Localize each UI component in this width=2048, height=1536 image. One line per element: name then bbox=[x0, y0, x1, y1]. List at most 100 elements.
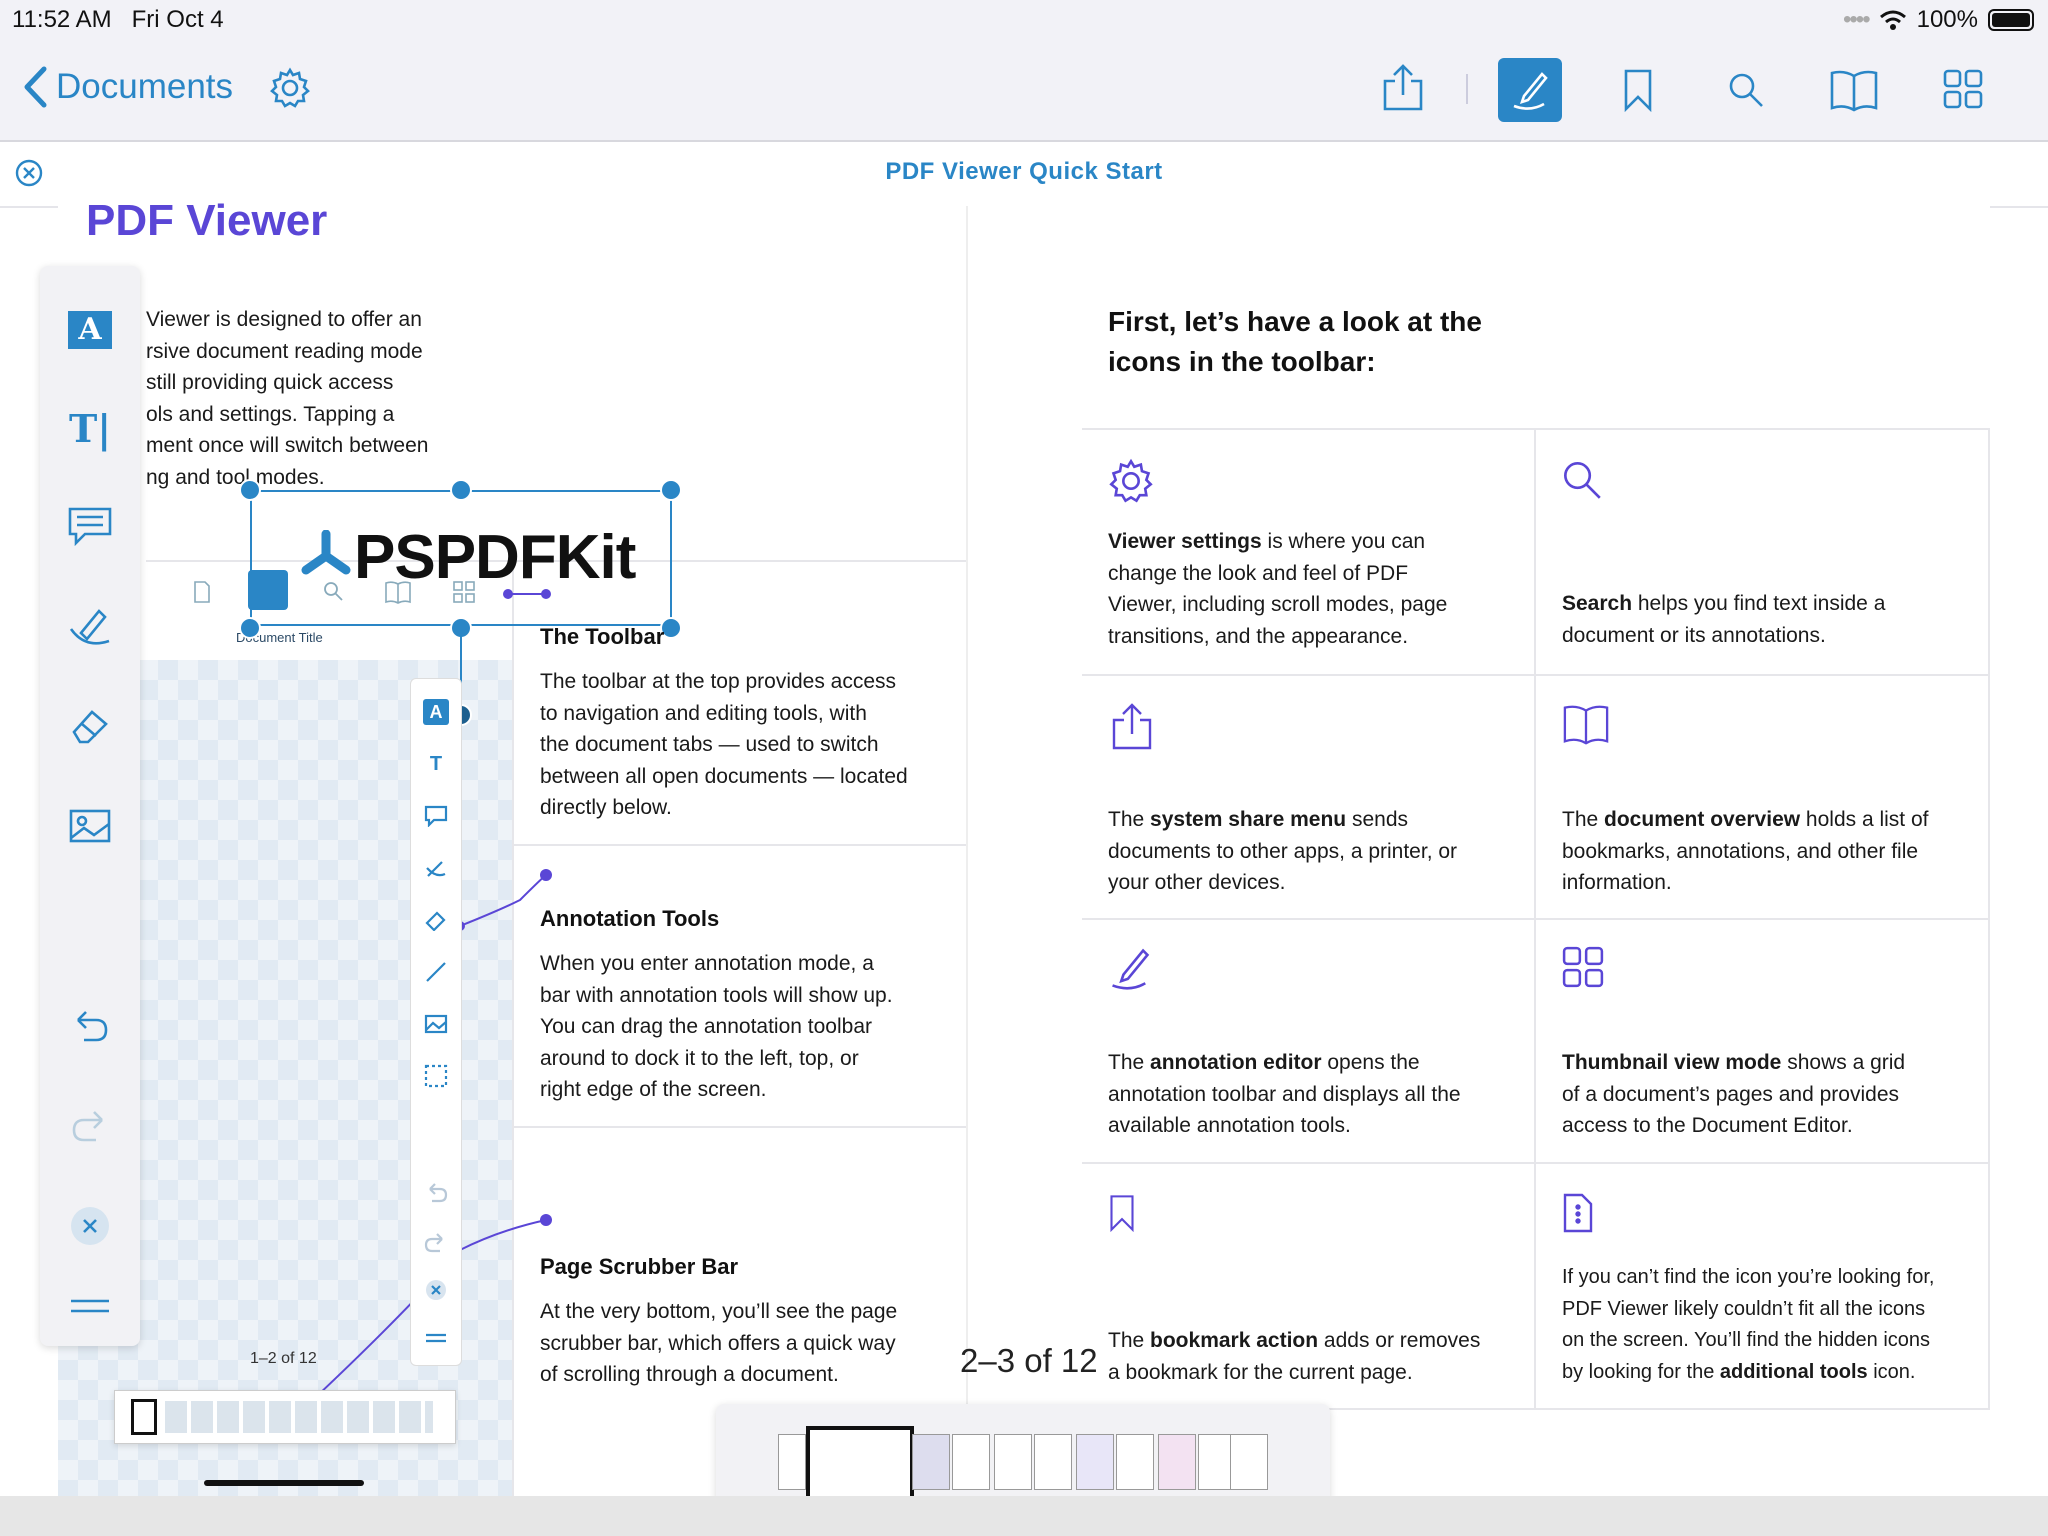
wifi-icon bbox=[1879, 10, 1906, 30]
annotation-section-title: Annotation Tools bbox=[540, 906, 720, 931]
bookmark-button[interactable] bbox=[1616, 62, 1660, 118]
undo-button[interactable] bbox=[64, 1000, 116, 1052]
mini-drag-handle-icon bbox=[423, 1325, 449, 1351]
mini-image-icon bbox=[423, 1011, 449, 1037]
page-thumbnail-current[interactable] bbox=[806, 1426, 914, 1504]
resize-handle[interactable] bbox=[450, 617, 472, 639]
mini-scrubber-pages bbox=[165, 1401, 433, 1433]
more-doc-icon bbox=[1562, 1192, 1594, 1239]
viewer-settings-description: Viewer settings is where you can change … bbox=[1108, 530, 1448, 648]
gear-icon bbox=[270, 67, 310, 108]
redo-button[interactable] bbox=[64, 1100, 116, 1152]
share-icon bbox=[1108, 702, 1156, 757]
page-thumbnail[interactable] bbox=[1116, 1434, 1154, 1490]
document-overview-button[interactable] bbox=[1826, 64, 1882, 116]
resize-handle[interactable] bbox=[239, 617, 261, 639]
page-thumbnail[interactable] bbox=[952, 1434, 990, 1490]
thumbnail-view-description: Thumbnail view mode shows a grid of a do… bbox=[1562, 1051, 1906, 1137]
toolbar-drag-handle[interactable] bbox=[64, 1280, 116, 1332]
grid-line bbox=[1082, 918, 1990, 920]
document-tab-title[interactable]: PDF Viewer Quick Start bbox=[0, 158, 2048, 186]
page-count-label: 2–3 of 12 bbox=[960, 1342, 1098, 1379]
mini-redo-icon bbox=[423, 1229, 449, 1255]
divider bbox=[512, 560, 514, 1496]
intro-text: Viewer is designed to offer an rsive doc… bbox=[146, 308, 429, 489]
page-thumbnail[interactable] bbox=[994, 1434, 1032, 1490]
page-thumbnail[interactable] bbox=[1034, 1434, 1072, 1490]
annotation-pen-icon bbox=[1106, 944, 1154, 997]
mini-close-icon bbox=[423, 1277, 449, 1303]
search-description: Search helps you find text inside a docu… bbox=[1562, 592, 1886, 647]
search-button[interactable] bbox=[1722, 66, 1770, 114]
resize-handle[interactable] bbox=[660, 479, 682, 501]
annotation-editor-description: The annotation editor opens the annotati… bbox=[1108, 1051, 1461, 1137]
logo-text: PSPDFKit bbox=[354, 523, 636, 592]
illustration-home-indicator bbox=[204, 1480, 364, 1486]
book-icon bbox=[1830, 70, 1878, 112]
share-button[interactable] bbox=[1378, 60, 1428, 116]
status-right: •••• 100% bbox=[1843, 6, 2034, 34]
resize-handle[interactable] bbox=[239, 479, 261, 501]
page-thumbnail[interactable] bbox=[778, 1434, 806, 1490]
mini-text-icon: A bbox=[423, 699, 449, 725]
thumbnail-grid-button[interactable] bbox=[1938, 64, 1988, 114]
document-overview-description: The document overview holds a list of bo… bbox=[1562, 808, 1929, 894]
annotation-toolbar: A T| bbox=[40, 266, 140, 1346]
note-tool[interactable] bbox=[64, 500, 116, 552]
grid-icon bbox=[1562, 946, 1604, 993]
illustration-annotation-toolbar: A T bbox=[410, 678, 462, 1366]
back-button[interactable]: Documents bbox=[22, 66, 233, 108]
highlight-text-tool[interactable]: A bbox=[64, 304, 116, 356]
gear-icon bbox=[1108, 458, 1154, 509]
toolbar-section-text: The toolbar at the top provides access t… bbox=[540, 670, 908, 819]
navigation-bar: Documents bbox=[0, 40, 2048, 142]
additional-tools-description: If you can’t find the icon you’re lookin… bbox=[1562, 1266, 1935, 1383]
share-icon bbox=[1383, 64, 1423, 111]
divider bbox=[512, 844, 966, 846]
mini-comment-icon bbox=[423, 803, 449, 829]
bookmark-icon bbox=[1624, 69, 1652, 112]
battery-percent: 100% bbox=[1916, 6, 1978, 33]
undo-icon bbox=[77, 1011, 108, 1042]
grid-icon bbox=[1943, 69, 1983, 109]
grid-line bbox=[1082, 1162, 1990, 1164]
grid-line bbox=[1082, 428, 1990, 430]
ink-pen-icon bbox=[69, 609, 110, 645]
page-thumbnail[interactable] bbox=[1230, 1434, 1268, 1490]
page-gutter bbox=[966, 206, 1086, 1496]
mini-doc-icon bbox=[194, 581, 210, 603]
back-label: Documents bbox=[56, 67, 234, 106]
toolbar-section-title: The Toolbar bbox=[540, 624, 665, 649]
annotation-editor-button[interactable] bbox=[1498, 58, 1562, 122]
image-tool[interactable] bbox=[64, 800, 116, 852]
scrubber-section-title: Page Scrubber Bar bbox=[540, 1254, 739, 1279]
page-heading: PDF Viewer bbox=[86, 196, 328, 245]
mini-undo-icon bbox=[423, 1179, 449, 1205]
eraser-icon bbox=[72, 710, 108, 744]
chevron-left-icon bbox=[24, 66, 47, 108]
mini-page-count: 1–2 of 12 bbox=[250, 1350, 317, 1367]
mini-ink-icon bbox=[423, 855, 449, 881]
page-thumbnail[interactable] bbox=[912, 1434, 950, 1490]
free-text-tool[interactable]: T| bbox=[64, 402, 116, 454]
bookmark-description: The bookmark action adds or removes a bo… bbox=[1108, 1329, 1481, 1384]
search-icon bbox=[1562, 460, 1602, 505]
resize-handle[interactable] bbox=[450, 479, 472, 501]
page-thumbnail[interactable] bbox=[1158, 1434, 1196, 1490]
grid-line bbox=[1082, 674, 1990, 676]
annotation-pen-icon bbox=[1513, 72, 1548, 110]
close-toolbar-button[interactable] bbox=[64, 1200, 116, 1252]
settings-button[interactable] bbox=[266, 64, 314, 112]
eraser-tool[interactable] bbox=[64, 700, 116, 752]
mini-current-page bbox=[131, 1399, 157, 1435]
pspdfkit-logo-icon bbox=[301, 530, 351, 575]
signal-icon: •••• bbox=[1843, 6, 1871, 33]
divider bbox=[512, 1126, 966, 1128]
status-time: 11:52 AM Fri Oct 4 bbox=[12, 6, 224, 33]
mini-freetext-icon: T bbox=[429, 752, 443, 775]
page-thumbnail[interactable] bbox=[1076, 1434, 1114, 1490]
drag-handle-icon bbox=[71, 1299, 109, 1313]
image-icon bbox=[69, 809, 111, 843]
ink-tool[interactable] bbox=[64, 600, 116, 652]
bookmark-icon bbox=[1108, 1192, 1136, 1239]
